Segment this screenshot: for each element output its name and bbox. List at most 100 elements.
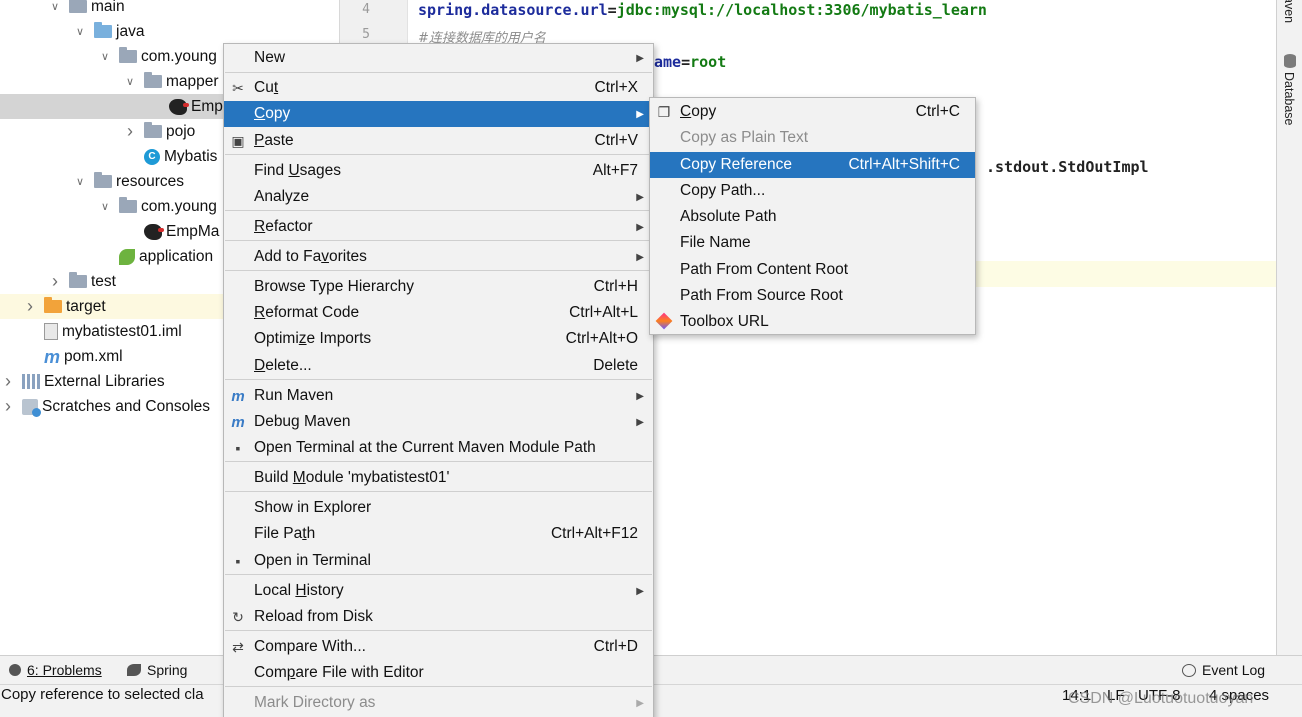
menu-item-label: New <box>254 49 286 66</box>
tree-item-label: com.young <box>141 47 217 65</box>
context-menu-item-open-in-terminal[interactable]: ▪ Open in Terminal <box>224 548 653 574</box>
menu-item-label: Toolbox URL <box>680 313 769 330</box>
copy-submenu-item-toolbox-url[interactable]: Toolbox URL <box>650 309 975 335</box>
submenu-arrow-icon: ▶ <box>636 191 644 203</box>
tree-item-label: com.young <box>141 197 217 215</box>
context-menu-item-cut[interactable]: ✂ Cut Ctrl+X <box>224 75 653 101</box>
copy-icon: ❐ <box>657 104 671 120</box>
copy-submenu-item-path-from-content-root[interactable]: Path From Content Root <box>650 257 975 283</box>
context-menu-item-paste[interactable]: ▣ Paste Ctrl+V <box>224 128 653 154</box>
mybatis-file-icon <box>144 223 164 240</box>
menu-item-label: Compare With... <box>254 638 366 655</box>
copy-submenu-item-absolute-path[interactable]: Absolute Path <box>650 204 975 230</box>
tree-item[interactable]: ∨ java <box>0 19 340 44</box>
menu-item-label: Reformat Code <box>254 304 360 321</box>
mnemonic-letter: p <box>286 664 296 681</box>
context-menu-item-reload-from-disk[interactable]: ↻ Reload from Disk <box>224 604 653 630</box>
chevron-right-icon[interactable]: › <box>0 371 16 392</box>
context-menu-item-show-in-explorer[interactable]: Show in Explorer <box>224 495 653 521</box>
context-menu-item-build-module-mybatistest01[interactable]: Build Module 'mybatistest01' <box>224 465 653 491</box>
chevron-right-icon[interactable]: › <box>0 396 16 417</box>
tree-item[interactable]: ∨ main <box>0 0 340 19</box>
maven-run-icon: m <box>231 388 245 405</box>
menu-item-shortcut: Ctrl+C <box>915 103 960 120</box>
chevron-right-icon[interactable]: › <box>122 121 138 142</box>
chevron-right-icon[interactable]: › <box>47 271 63 292</box>
menu-item-label: Optimize Imports <box>254 330 372 347</box>
menu-item-label: Cut <box>254 79 279 96</box>
context-menu-item-browse-type-hierarchy[interactable]: Browse Type Hierarchy Ctrl+H <box>224 274 653 300</box>
property-value: root <box>690 53 727 71</box>
context-menu-item-file-path[interactable]: File Path Ctrl+Alt+F12 <box>224 521 653 547</box>
menu-item-shortcut: Alt+F7 <box>592 162 638 179</box>
chevron-down-icon[interactable]: ∨ <box>47 0 63 13</box>
excluded-folder-icon <box>44 297 62 313</box>
menu-item-shortcut: Ctrl+X <box>594 79 639 96</box>
iml-file-icon <box>44 323 58 340</box>
context-menu-item-optimize-imports[interactable]: Optimize Imports Ctrl+Alt+O <box>224 326 653 352</box>
menu-item-label: Find Usages <box>254 162 342 179</box>
reload-icon: ↻ <box>232 609 244 625</box>
tree-item-label: pojo <box>166 122 196 140</box>
copy-submenu-item-copy[interactable]: ❐ Copy Ctrl+C <box>650 99 975 125</box>
menu-item-label: Compare File with Editor <box>254 664 424 681</box>
ide-window: ∨ main ∨ java ∨ com.young ∨ mapper Emp › pojo C Myba… <box>0 0 1302 717</box>
menu-item-label: Copy Reference <box>680 156 793 173</box>
tree-item-label: main <box>91 0 125 15</box>
context-menu-item-reformat-code[interactable]: Reformat Code Ctrl+Alt+L <box>224 300 653 326</box>
spring-boot-class-icon: C <box>144 148 160 165</box>
menu-separator <box>225 686 652 687</box>
chevron-down-icon[interactable]: ∨ <box>72 25 88 38</box>
scratches-icon <box>22 398 41 417</box>
menu-separator <box>225 574 652 575</box>
line-number: 4 <box>362 2 370 17</box>
copy-submenu-item-copy-reference[interactable]: Copy Reference Ctrl+Alt+Shift+C <box>650 152 975 178</box>
tree-item-label: java <box>116 22 145 40</box>
library-icon <box>22 374 40 389</box>
property-key: ame <box>654 53 682 71</box>
menu-item-shortcut: Ctrl+Alt+Shift+C <box>848 156 960 173</box>
menu-item-shortcut: Ctrl+Alt+F12 <box>550 525 638 542</box>
context-menu-item-copy[interactable]: Copy ▶ <box>224 101 653 127</box>
menu-item-label: Mark Directory as <box>254 694 376 711</box>
mnemonic-letter: C <box>254 105 266 122</box>
copy-submenu-item-path-from-source-root[interactable]: Path From Source Root <box>650 283 975 309</box>
menu-separator <box>225 240 652 241</box>
menu-item-label: Refactor <box>254 218 313 235</box>
database-tool-tab[interactable]: Database <box>1282 72 1296 126</box>
problems-tab[interactable]: 6: Problems <box>9 662 102 678</box>
context-menu-item-compare-file-with-editor[interactable]: Compare File with Editor <box>224 660 653 686</box>
chevron-down-icon[interactable]: ∨ <box>97 200 113 213</box>
copy-submenu-item-file-name[interactable]: File Name <box>650 230 975 256</box>
context-menu-item-new[interactable]: New ▶ <box>224 45 653 71</box>
spring-icon <box>127 664 141 676</box>
context-menu-item-open-terminal-at-the-current-maven-module-path[interactable]: ▪ Open Terminal at the Current Maven Modu… <box>224 435 653 461</box>
tree-item-label: External Libraries <box>44 372 165 390</box>
context-menu-item-compare-with[interactable]: ⇄ Compare With... Ctrl+D <box>224 634 653 660</box>
chevron-right-icon[interactable]: › <box>22 296 38 317</box>
context-menu-item-add-to-favorites[interactable]: Add to Favorites ▶ <box>224 244 653 270</box>
chevron-down-icon[interactable]: ∨ <box>72 175 88 188</box>
context-menu-item-find-usages[interactable]: Find Usages Alt+F7 <box>224 158 653 184</box>
context-menu-item-refactor[interactable]: Refactor ▶ <box>224 214 653 240</box>
mnemonic-letter: z <box>298 330 307 347</box>
context-menu-item-analyze[interactable]: Analyze ▶ <box>224 184 653 210</box>
context-menu-item-run-maven[interactable]: m Run Maven ▶ <box>224 383 653 409</box>
property-value: .stdout.StdOutImpl <box>986 158 1149 176</box>
spring-tab[interactable]: Spring <box>127 662 187 678</box>
context-menu-item-mark-directory-as: Mark Directory as ▶ <box>224 690 653 716</box>
maven-file-icon: m <box>44 346 61 367</box>
chevron-down-icon[interactable]: ∨ <box>122 75 138 88</box>
menu-separator <box>225 72 652 73</box>
context-menu-item-debug-maven[interactable]: m Debug Maven ▶ <box>224 409 653 435</box>
chevron-down-icon[interactable]: ∨ <box>97 50 113 63</box>
copy-submenu-item-copy-path[interactable]: Copy Path... <box>650 178 975 204</box>
event-log-tab[interactable]: Event Log <box>1182 662 1265 678</box>
context-menu-item-local-history[interactable]: Local History ▶ <box>224 578 653 604</box>
menu-item-shortcut: Ctrl+Alt+O <box>565 330 638 347</box>
maven-tool-tab[interactable]: aven <box>1282 0 1296 23</box>
copy-submenu[interactable]: ❐ Copy Ctrl+C Copy as Plain Text Copy Refere… <box>649 97 976 335</box>
context-menu-item-delete[interactable]: Delete... Delete <box>224 353 653 379</box>
context-menu[interactable]: New ▶ ✂ Cut Ctrl+X Copy ▶ ▣ Paste Ctrl+V Find Usag… <box>223 43 654 717</box>
menu-item-label: Copy as Plain Text <box>680 129 809 146</box>
